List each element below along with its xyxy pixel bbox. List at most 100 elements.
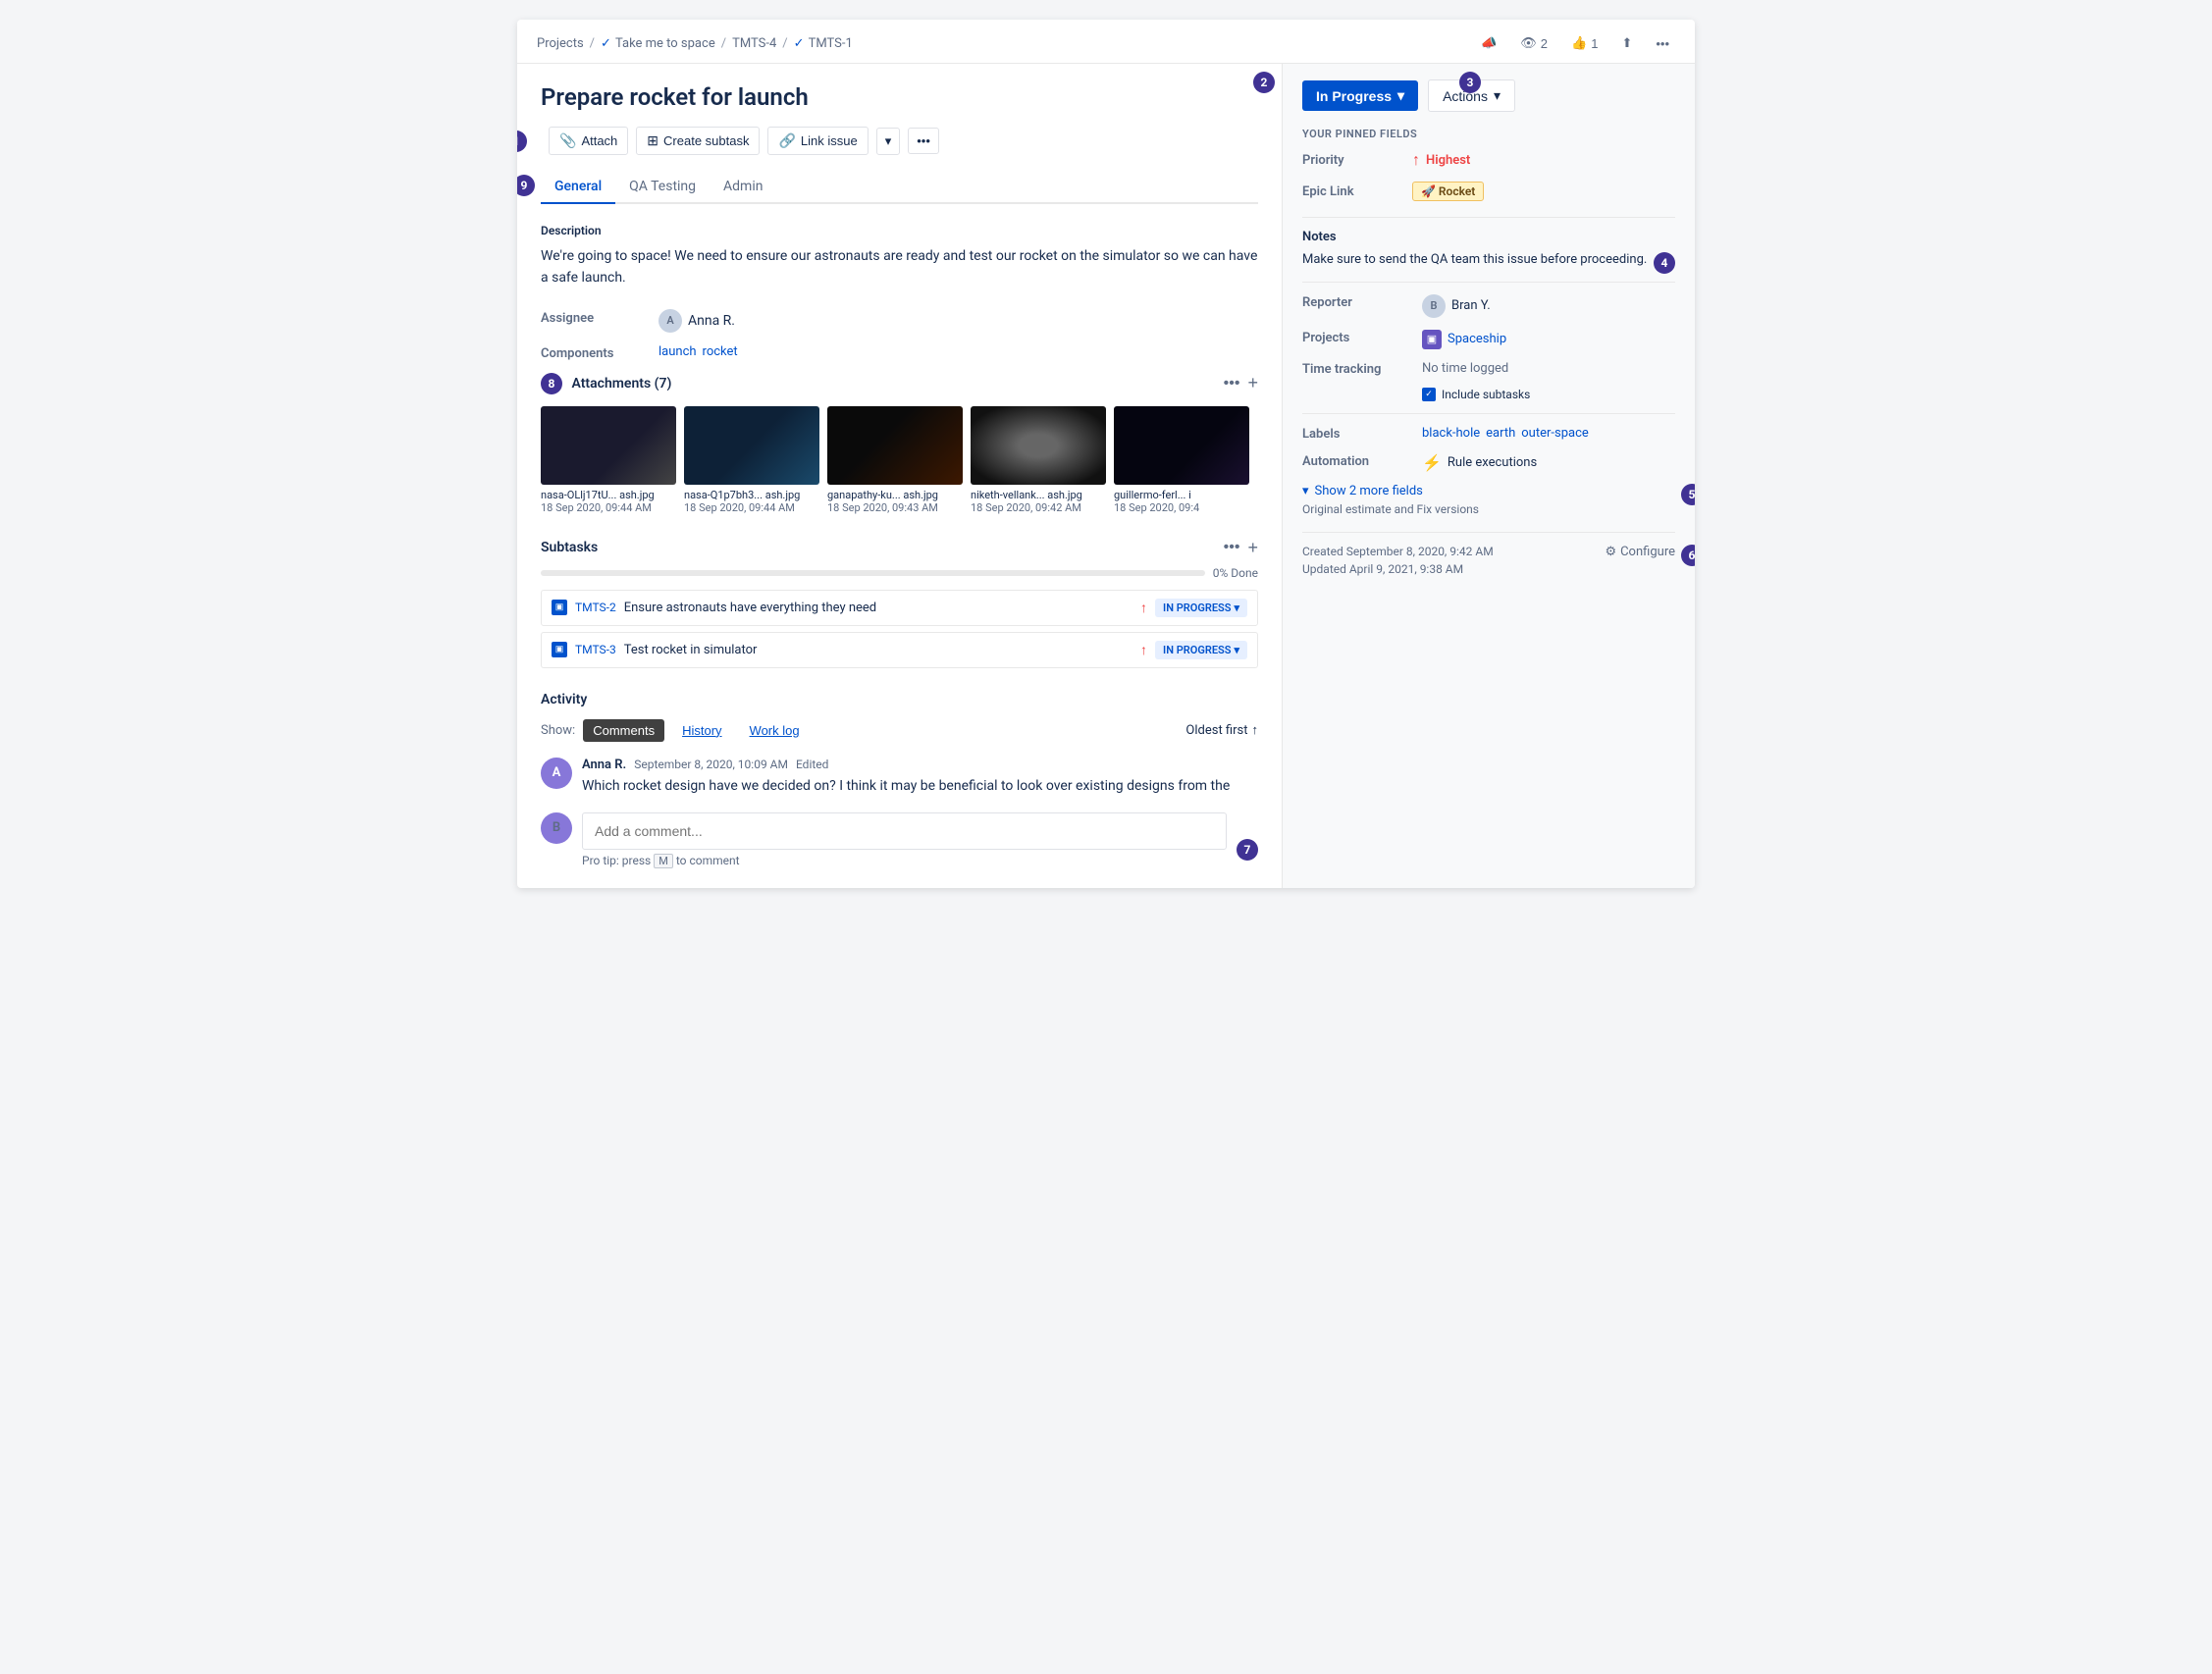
- attachment-thumb-2: [684, 406, 819, 485]
- subtask-key-2[interactable]: TMTS-3: [575, 643, 616, 656]
- label-black-hole[interactable]: black-hole: [1422, 426, 1480, 441]
- callout-5: 5: [1681, 484, 1695, 505]
- divider-2: [1302, 532, 1675, 533]
- add-comment-row: B Pro tip: press M to comment 7: [541, 812, 1258, 868]
- breadcrumb-projects[interactable]: Projects: [537, 36, 584, 51]
- attachment-item[interactable]: nasa-Q1p7bh3... ash.jpg 18 Sep 2020, 09:…: [684, 406, 819, 514]
- time-tracking-label: Time tracking: [1302, 361, 1410, 377]
- breadcrumb-parent[interactable]: TMTS-4: [732, 36, 776, 51]
- attachment-thumb-3: [827, 406, 963, 485]
- label-outer-space[interactable]: outer-space: [1521, 426, 1589, 441]
- chevron-down-icon: ▾: [1234, 602, 1239, 614]
- description-text: We're going to space! We need to ensure …: [541, 245, 1258, 289]
- attachment-item[interactable]: ganapathy-ku... ash.jpg 18 Sep 2020, 09:…: [827, 406, 963, 514]
- link-issue-button[interactable]: 🔗 Link issue: [767, 127, 868, 155]
- progress-text: 0% Done: [1213, 566, 1258, 580]
- share-icon: ⬆: [1621, 35, 1632, 51]
- breadcrumb-current[interactable]: TMTS-1: [809, 36, 853, 51]
- attachments-title: 8 Attachments (7): [541, 373, 671, 394]
- tab-general[interactable]: General: [541, 171, 615, 204]
- tab-admin[interactable]: Admin: [710, 171, 776, 204]
- subtask-name-1: Ensure astronauts have everything they n…: [624, 601, 876, 615]
- comment-edited: Edited: [796, 758, 828, 771]
- components-label: Components: [541, 344, 658, 361]
- like-button[interactable]: 👍 1: [1565, 31, 1604, 55]
- attachment-thumb-4: [971, 406, 1106, 485]
- tab-qa-testing[interactable]: QA Testing: [615, 171, 710, 204]
- status-chevron-icon: ▾: [1397, 87, 1404, 104]
- status-row: In Progress ▾ 2 Actions ▾ 3: [1302, 79, 1675, 112]
- comment-item: A Anna R. September 8, 2020, 10:09 AM Ed…: [541, 758, 1258, 797]
- attachment-item[interactable]: guillermo-ferl... i 18 Sep 2020, 09:4: [1114, 406, 1249, 514]
- chevron-down-icon: ▾: [1234, 644, 1239, 656]
- extra-actions-button[interactable]: •••: [908, 128, 939, 154]
- add-comment-input[interactable]: [582, 812, 1227, 850]
- notes-label: Notes: [1302, 230, 1675, 244]
- priority-arrow-icon: ↑: [1412, 150, 1420, 170]
- progress-bar-wrap: 0% Done: [541, 566, 1258, 580]
- time-tracking-field: Time tracking No time logged ✓ Include s…: [1302, 361, 1675, 401]
- subtask-key-1[interactable]: TMTS-2: [575, 601, 616, 614]
- project-icon: ▣: [1422, 330, 1442, 349]
- announcement-button[interactable]: 📣: [1475, 31, 1502, 55]
- more-actions-button[interactable]: •••: [1650, 32, 1675, 55]
- watch-icon: 👁: [1520, 35, 1537, 51]
- callout-4: 4: [1654, 252, 1675, 274]
- attachment-item[interactable]: nasa-OLlj17tU... ash.jpg 18 Sep 2020, 09…: [541, 406, 676, 514]
- subtask-row-2[interactable]: ▣ TMTS-3 Test rocket in simulator ↑ IN P…: [541, 632, 1258, 668]
- attachment-thumb-1: [541, 406, 676, 485]
- attachment-name-2: nasa-Q1p7bh3... ash.jpg: [684, 489, 819, 501]
- labels-field: Labels black-hole earth outer-space: [1302, 426, 1675, 442]
- include-subtasks[interactable]: ✓ Include subtasks: [1422, 388, 1530, 401]
- like-icon: 👍: [1571, 35, 1587, 51]
- updated-text: Updated April 9, 2021, 9:38 AM: [1302, 562, 1494, 576]
- include-subtasks-checkbox[interactable]: ✓: [1422, 388, 1436, 401]
- activity-history-tab[interactable]: History: [672, 719, 731, 742]
- comment-author: Anna R.: [582, 758, 626, 772]
- callout-6: 6: [1681, 545, 1695, 566]
- component-launch[interactable]: launch: [658, 344, 697, 359]
- attachments-add-button[interactable]: +: [1247, 373, 1258, 393]
- create-subtask-button[interactable]: ⊞ Create subtask: [636, 127, 760, 155]
- subtask-row-1[interactable]: ▣ TMTS-2 Ensure astronauts have everythi…: [541, 590, 1258, 626]
- automation-label: Automation: [1302, 453, 1410, 469]
- assignee-field: Assignee A Anna R.: [541, 309, 1258, 333]
- attachment-name-5: guillermo-ferl... i: [1114, 489, 1249, 501]
- subtask-icon: ⊞: [647, 132, 658, 149]
- projects-label: Projects: [1302, 330, 1410, 345]
- attachments-more-button[interactable]: •••: [1224, 375, 1240, 392]
- activity-comments-tab[interactable]: Comments: [583, 719, 664, 742]
- activity-sort[interactable]: Oldest first ↑: [1185, 722, 1258, 738]
- configure-button[interactable]: ⚙ Configure: [1605, 545, 1675, 559]
- show-more-fields[interactable]: ▾ Show 2 more fields: [1302, 484, 1675, 498]
- breadcrumb-space[interactable]: Take me to space: [615, 36, 715, 51]
- link-icon: 🔗: [778, 132, 795, 149]
- more-toolbar-dropdown[interactable]: ▾: [876, 128, 901, 155]
- subtasks-section: Subtasks ••• + 0% Done ▣ TMTS-2: [541, 538, 1258, 668]
- label-earth[interactable]: earth: [1486, 426, 1515, 441]
- attachment-date-3: 18 Sep 2020, 09:43 AM: [827, 501, 963, 514]
- watch-button[interactable]: 👁 2: [1514, 31, 1554, 55]
- more-icon: •••: [1656, 36, 1669, 51]
- subtask-status-2[interactable]: IN PROGRESS ▾: [1155, 641, 1247, 659]
- like-count: 1: [1591, 36, 1598, 51]
- attach-button[interactable]: 📎 Attach: [549, 127, 628, 155]
- subtasks-more-button[interactable]: •••: [1224, 538, 1240, 558]
- epic-link-badge[interactable]: 🚀 Rocket: [1412, 182, 1484, 201]
- attachment-date-5: 18 Sep 2020, 09:4: [1114, 501, 1249, 514]
- component-rocket[interactable]: rocket: [703, 344, 738, 359]
- project-link[interactable]: Spaceship: [1448, 332, 1506, 346]
- epic-link-label: Epic Link: [1302, 184, 1400, 199]
- activity-section: Activity Show: Comments History Work log…: [541, 692, 1258, 868]
- activity-worklog-tab[interactable]: Work log: [740, 719, 810, 742]
- attach-icon: 📎: [559, 132, 576, 149]
- priority-icon-1: ↑: [1140, 600, 1147, 616]
- subtask-status-1[interactable]: IN PROGRESS ▾: [1155, 599, 1247, 617]
- callout-7: 7: [1237, 839, 1258, 861]
- attachment-item[interactable]: niketh-vellank... ash.jpg 18 Sep 2020, 0…: [971, 406, 1106, 514]
- subtasks-add-button[interactable]: +: [1247, 538, 1258, 558]
- share-button[interactable]: ⬆: [1615, 31, 1638, 55]
- assignee-name: Anna R.: [688, 313, 735, 329]
- status-button[interactable]: In Progress ▾: [1302, 80, 1418, 111]
- callout-8: 8: [541, 373, 562, 394]
